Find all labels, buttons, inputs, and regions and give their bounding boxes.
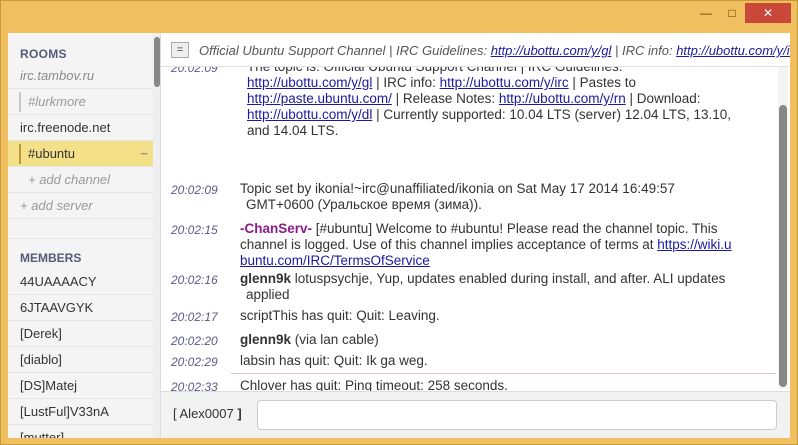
message-nick[interactable]: glenn9k: [240, 332, 291, 347]
add-channel-button[interactable]: + add channel: [8, 167, 160, 193]
message-timestamp: 20:02:15: [171, 223, 218, 237]
message-link[interactable]: http://paste.ubuntu.com/: [247, 91, 392, 106]
member-item[interactable]: [DS]Matej: [8, 373, 160, 399]
room-label: #lurkmore: [28, 94, 86, 109]
topic-toggle-button[interactable]: =: [171, 42, 189, 58]
message-text: | Currently supported: 10.04 LTS (server…: [372, 107, 732, 122]
message-text: | Release Notes:: [391, 91, 499, 106]
message-body: glenn9k lotuspsychje, Yup, updates enabl…: [240, 271, 770, 303]
message-body: scriptThis has quit: Quit: Leaving.: [240, 308, 440, 323]
channel-indent-bar: [19, 92, 21, 112]
message-body: The topic is: Official Ubuntu Support Ch…: [247, 67, 776, 139]
members-title: MEMBERS: [20, 251, 82, 265]
room-server-tambov[interactable]: irc.tambov.ru: [8, 63, 160, 89]
input-bar: [ Alex0007 ]: [161, 391, 790, 438]
leave-channel-button[interactable]: −: [140, 141, 148, 167]
message-line: buntu.com/IRC/TermsOfService: [240, 253, 770, 269]
message-nick[interactable]: glenn9k: [240, 271, 291, 286]
topic-mid: | IRC info:: [611, 43, 677, 58]
message-line: channel is logged. Use of this channel i…: [240, 237, 770, 253]
add-server-button[interactable]: + add server: [8, 193, 160, 219]
app-window: — □ ✕ ROOMS irc.tambov.ru #lurkmore irc.…: [0, 0, 798, 445]
sidebar: ROOMS irc.tambov.ru #lurkmore irc.freeno…: [8, 33, 161, 438]
add-server-label: + add server: [20, 198, 93, 213]
message-line: -ChanServ- [#ubuntu] Welcome to #ubuntu!…: [240, 221, 770, 237]
message-line: GMT+0600 (Уральское время (зима)).: [246, 197, 482, 212]
topic-text: Official Ubuntu Support Channel | IRC Gu…: [199, 43, 790, 58]
member-item[interactable]: 44UAAAACY: [8, 269, 160, 295]
current-nick[interactable]: [ Alex0007 ]: [173, 406, 242, 421]
topic-link-irc-info[interactable]: http://ubottu.com/y/irc: [676, 43, 790, 58]
message-text: | Pastes to: [568, 75, 636, 90]
messages-scroll-thumb[interactable]: [779, 105, 787, 387]
rooms-title: ROOMS: [20, 47, 67, 61]
topic-link-guidelines[interactable]: http://ubottu.com/y/gl: [491, 43, 612, 58]
message-link[interactable]: http://ubottu.com/y/irc: [440, 75, 569, 90]
member-item[interactable]: [LustFul]V33nA: [8, 399, 160, 425]
title-bar: — □ ✕: [1, 1, 797, 33]
message-link[interactable]: buntu.com/IRC/TermsOfService: [240, 253, 430, 268]
sidebar-gap: [8, 219, 160, 239]
message-line: and 14.04 LTS.: [247, 123, 339, 138]
message-input[interactable]: [257, 400, 777, 430]
message-text: [#ubuntu] Welcome to #ubuntu! Please rea…: [312, 221, 718, 236]
sidebar-scrollbar[interactable]: [153, 33, 160, 438]
message-timestamp: 20:02:29: [171, 355, 218, 369]
chat-pane: = Official Ubuntu Support Channel | IRC …: [161, 33, 790, 438]
message-line: Topic set by ikonia!~irc@unaffiliated/ik…: [240, 181, 675, 196]
message-link[interactable]: http://ubottu.com/y/rn: [499, 91, 626, 106]
message-timestamp: 20:02:09: [171, 183, 218, 197]
message-text: channel is logged. Use of this channel i…: [240, 237, 658, 252]
message-timestamp: 20:02:16: [171, 273, 218, 287]
member-item[interactable]: [Derek]: [8, 321, 160, 347]
message-link[interactable]: http://ubottu.com/y/dl: [247, 107, 372, 122]
message-list: 20:02:09 The topic is: Official Ubuntu S…: [161, 67, 776, 423]
message-text: lotuspsychje, Yup, updates enabled durin…: [291, 271, 726, 286]
message-timestamp: 20:02:20: [171, 334, 218, 348]
message-line: http://ubottu.com/y/gl | IRC info: http:…: [247, 75, 776, 91]
window-controls: — □ ✕: [693, 3, 791, 23]
message-body: glenn9k (via lan cable): [240, 332, 770, 348]
room-label: irc.freenode.net: [20, 120, 111, 135]
minimize-button[interactable]: —: [693, 3, 719, 23]
maximize-button[interactable]: □: [719, 3, 745, 23]
message-text: | Download:: [625, 91, 701, 106]
messages-scrollbar[interactable]: [778, 67, 788, 389]
message-line: http://paste.ubuntu.com/ | Release Notes…: [247, 91, 776, 107]
message-timestamp: 20:02:09: [171, 67, 218, 75]
room-label: irc.tambov.ru: [20, 68, 95, 83]
message-line: glenn9k lotuspsychje, Yup, updates enabl…: [240, 271, 770, 287]
add-channel-label: + add channel: [28, 172, 111, 187]
message-text: | IRC info:: [372, 75, 440, 90]
unread-separator: [231, 373, 776, 374]
room-channel-ubuntu[interactable]: #ubuntu −: [8, 141, 160, 167]
message-timestamp: 20:02:17: [171, 310, 218, 324]
message-line: http://ubottu.com/y/dl | Currently suppo…: [247, 107, 776, 123]
room-server-freenode[interactable]: irc.freenode.net: [8, 115, 160, 141]
message-line: The topic is: Official Ubuntu Support Ch…: [247, 67, 776, 75]
message-body: -ChanServ- [#ubuntu] Welcome to #ubuntu!…: [240, 221, 770, 269]
sidebar-scroll-thumb[interactable]: [154, 37, 160, 87]
message-nick[interactable]: -ChanServ-: [240, 221, 312, 236]
message-body: labsin has quit: Quit: Ik ga weg.: [240, 353, 428, 368]
client-area: ROOMS irc.tambov.ru #lurkmore irc.freeno…: [8, 33, 790, 438]
topic-bar: = Official Ubuntu Support Channel | IRC …: [161, 33, 790, 67]
topic-prefix: Official Ubuntu Support Channel | IRC Gu…: [199, 43, 491, 58]
message-text: (via lan cable): [291, 332, 379, 347]
close-button[interactable]: ✕: [745, 3, 791, 23]
room-channel-lurkmore[interactable]: #lurkmore: [8, 89, 160, 115]
channel-indent-bar: [19, 144, 21, 164]
message-link[interactable]: https://wiki.u: [657, 237, 731, 252]
message-body: Topic set by ikonia!~irc@unaffiliated/ik…: [240, 181, 770, 213]
nick-text: Alex0007: [179, 406, 234, 421]
message-link[interactable]: http://ubottu.com/y/gl: [247, 75, 372, 90]
member-item[interactable]: [mutter]: [8, 425, 160, 438]
nick-bracket-close: ]: [233, 406, 242, 421]
member-item[interactable]: [diablo]: [8, 347, 160, 373]
message-line: applied: [246, 287, 290, 302]
member-item[interactable]: 6JTAAVGYK: [8, 295, 160, 321]
room-label: #ubuntu: [28, 146, 75, 161]
